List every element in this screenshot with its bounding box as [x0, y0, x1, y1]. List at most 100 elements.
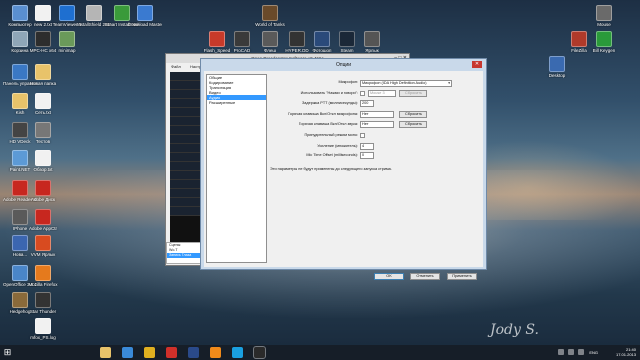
desktop-icon-label: World of Tanks — [255, 22, 285, 27]
taskbar-opera-icon[interactable] — [166, 347, 177, 358]
language-indicator[interactable]: ENG — [589, 350, 598, 355]
file-icon — [596, 31, 612, 47]
microphone-row: Микрофон: — [270, 79, 358, 86]
desktop-icon[interactable]: VVM Ярлык — [26, 235, 60, 257]
file-icon — [262, 5, 278, 21]
file-icon — [137, 5, 153, 21]
desktop-icon[interactable]: World of Tanks — [253, 5, 287, 27]
network-icon[interactable] — [558, 349, 564, 355]
taskbar-vlc-icon[interactable] — [210, 347, 221, 358]
desktop-icon-label: Сеть.txt — [34, 110, 51, 115]
ptt-checkbox[interactable] — [360, 91, 365, 96]
clock[interactable]: 21:40 17.01.2013 — [606, 347, 636, 357]
mute-desktop-reset-button[interactable]: Сбросить — [399, 121, 427, 128]
desktop-icon-label: Тестов — [35, 139, 51, 144]
file-icon — [35, 64, 51, 80]
force-mono-label: Принудительный режим моно: — [304, 133, 358, 137]
ptt-delay-label: Задержка PTT (миллисекунды): — [302, 101, 358, 105]
desktop-icon[interactable]: Ярлык — [355, 31, 389, 53]
desktop-icon[interactable]: Bill Keygen — [587, 31, 621, 53]
taskbar-chrome-icon[interactable] — [144, 347, 155, 358]
taskbar-obs-icon[interactable] — [254, 347, 265, 358]
desktop-icon[interactable]: minimap — [50, 31, 84, 53]
desktop-icon-label: Star Thunder — [29, 309, 57, 314]
taskbar-skype-icon[interactable] — [232, 347, 243, 358]
ptt-delay-input[interactable]: 200 — [360, 100, 374, 107]
file-icon — [35, 265, 51, 281]
desktop-icon-label: minimap — [58, 48, 76, 53]
flag-icon[interactable] — [578, 349, 584, 355]
chevron-down-icon: ▾ — [448, 81, 450, 85]
desktop-icon[interactable]: Adobe Диск — [26, 180, 60, 202]
desktop-icon[interactable]: mfox_PS.log — [26, 318, 60, 340]
scene-item-selected[interactable]: Запись Глаза — [167, 253, 200, 258]
taskbar: ⊞ ENG 21:40 17.01.2013 — [0, 345, 640, 360]
desktop-icon-label: Download Master — [128, 22, 162, 27]
desktop-icon-label: Обзор.txt — [33, 167, 53, 172]
close-button[interactable]: ✕ — [472, 61, 482, 68]
force-mono-checkbox[interactable] — [360, 133, 365, 138]
taskbar-ie-icon[interactable] — [122, 347, 133, 358]
file-icon — [35, 180, 51, 196]
desktop-icon-label: Mozilla Firefox — [28, 282, 58, 287]
apply-button[interactable]: Применить — [447, 273, 477, 280]
mute-mic-hotkey-label: Горячая клавиша Вкл/Откл микрофона: — [288, 112, 358, 116]
desktop-icon[interactable]: Mozilla Firefox — [26, 265, 60, 287]
microphone-select[interactable]: Микрофон (IDA High Definition Audio) ▾ — [360, 80, 452, 87]
file-icon — [59, 31, 75, 47]
volume-icon[interactable] — [568, 349, 574, 355]
desktop-icon[interactable]: Сеть.txt — [26, 93, 60, 115]
mute-desktop-hotkey-input[interactable]: Нет — [360, 121, 394, 128]
file-icon — [262, 31, 278, 47]
wallpaper-signature: Jody S. — [490, 322, 539, 338]
file-icon — [364, 31, 380, 47]
cancel-button[interactable]: Отменить — [410, 273, 440, 280]
desktop-icon[interactable]: Star Thunder — [26, 292, 60, 314]
mic-boost-input[interactable]: 4 — [360, 143, 374, 150]
desktop-icon[interactable]: Новая папка — [26, 64, 60, 86]
file-icon — [35, 235, 51, 251]
mute-desktop-row: Горячая клавиша Вкл/Откл звука: — [270, 121, 358, 128]
desktop-icon[interactable]: Mouse — [587, 5, 621, 27]
file-icon — [549, 56, 565, 72]
obs-scenes-panel: Сцены: Wo.T Запись Глаза — [166, 242, 201, 264]
file-icon — [35, 292, 51, 308]
system-tray: ENG 21:40 17.01.2013 — [506, 345, 636, 360]
mic-offset-input[interactable]: 0 — [360, 152, 374, 159]
mic-boost-label: Усиление (множитель): — [317, 144, 358, 148]
file-icon — [35, 318, 51, 334]
desktop-icon[interactable]: Adobe AppCtr — [26, 209, 60, 231]
dialog-title: Опции — [335, 62, 352, 68]
desktop-icon[interactable]: Download Master — [128, 5, 162, 27]
ptt-key-input[interactable]: Mouse 3 — [368, 90, 396, 97]
desktop-icon-label: VVM Ярлык — [30, 252, 56, 257]
desktop-icon-label: mfox_PS.log — [30, 335, 56, 340]
ok-button[interactable]: OK — [374, 273, 404, 280]
category-advanced[interactable]: Расширенные — [207, 100, 266, 105]
taskbar-explorer-icon[interactable] — [100, 347, 111, 358]
file-icon — [571, 31, 587, 47]
file-icon — [35, 5, 51, 21]
desktop-icon[interactable]: Тестов — [26, 122, 60, 144]
desktop-icon[interactable]: Desktop — [540, 56, 574, 78]
file-icon — [35, 150, 51, 166]
desktop-icon-label: Новая папка — [29, 81, 57, 86]
file-icon — [289, 31, 305, 47]
ptt-reset-button[interactable]: Сбросить — [399, 90, 427, 97]
mute-mic-hotkey-input[interactable]: Нет — [360, 111, 394, 118]
desktop-icon-label: Adobe AppCtr — [28, 226, 58, 231]
taskbar-photoshop-icon[interactable] — [188, 347, 199, 358]
desktop-icon[interactable]: Обзор.txt — [26, 150, 60, 172]
file-icon — [35, 209, 51, 225]
mute-desktop-hotkey-label: Горячая клавиша Вкл/Откл звука: — [298, 122, 358, 126]
start-button[interactable]: ⊞ — [2, 347, 13, 358]
file-icon — [86, 5, 102, 21]
file-icon — [596, 5, 612, 21]
file-icon — [59, 5, 75, 21]
menu-file[interactable]: Файл — [171, 64, 181, 69]
restart-note: Эти параметры не будут применены до след… — [270, 167, 392, 171]
mic-offset-row: Mic Time Offset (milliseconds): — [270, 152, 358, 159]
mute-mic-reset-button[interactable]: Сбросить — [399, 111, 427, 118]
ptt-label: Использовать "Нажми и говори": — [300, 91, 358, 95]
file-icon — [35, 31, 51, 47]
